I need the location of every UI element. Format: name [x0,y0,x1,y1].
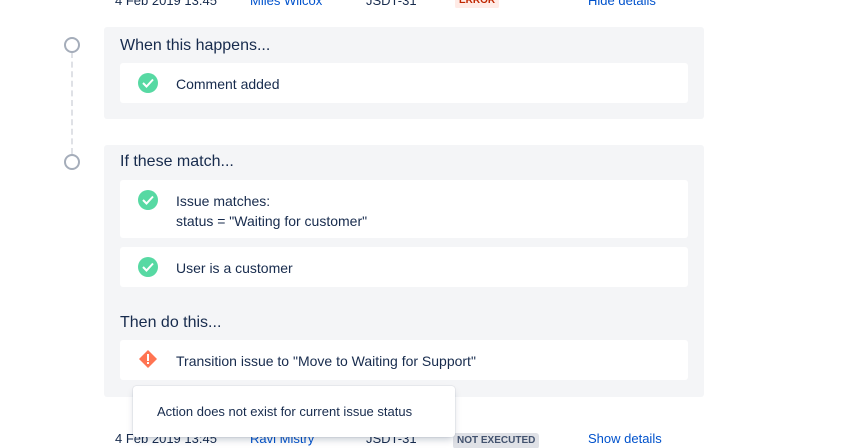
error-icon[interactable] [138,349,158,369]
audit-row-top: 4 Feb 2019 13:45 Miles Wilcox JSDT-31 ER… [0,0,844,8]
condition-item: Issue matches: status = "Waiting for cus… [120,180,688,238]
audit-date: 4 Feb 2019 13:45 [115,0,217,8]
timeline-node-trigger [64,37,80,53]
status-badge-error: ERROR [455,0,500,8]
user-link[interactable]: Miles Wilcox [250,0,322,8]
action-item: Transition issue to "Move to Waiting for… [120,340,688,380]
conditions-panel: If these match... Issue matches: status … [104,145,704,397]
actions-title: Then do this... [120,314,222,331]
timeline-connector [71,52,73,154]
conditions-panel-title: If these match... [120,153,234,170]
action-item-label: Transition issue to "Move to Waiting for… [176,353,476,369]
trigger-panel-title: When this happens... [120,37,271,54]
condition-item-line1: Issue matches: [176,193,271,209]
timeline-node-conditions [64,154,80,170]
condition-item: User is a customer [120,247,688,287]
status-badge-not-executed: NOT EXECUTED [453,433,540,448]
hide-details-link[interactable]: Hide details [588,0,656,8]
issue-key: JSDT-31 [366,0,417,8]
trigger-panel: When this happens... Comment added [104,27,704,119]
check-circle-icon [138,190,158,210]
tooltip-message: Action does not exist for current issue … [157,404,413,419]
check-circle-icon [138,73,158,93]
trigger-item: Comment added [120,63,688,103]
error-tooltip: Action does not exist for current issue … [133,386,455,437]
show-details-link[interactable]: Show details [588,432,662,446]
trigger-item-label: Comment added [176,76,280,92]
condition-item-label: User is a customer [176,260,293,276]
check-circle-icon [138,257,158,277]
condition-item-line2: status = "Waiting for customer" [176,213,368,229]
